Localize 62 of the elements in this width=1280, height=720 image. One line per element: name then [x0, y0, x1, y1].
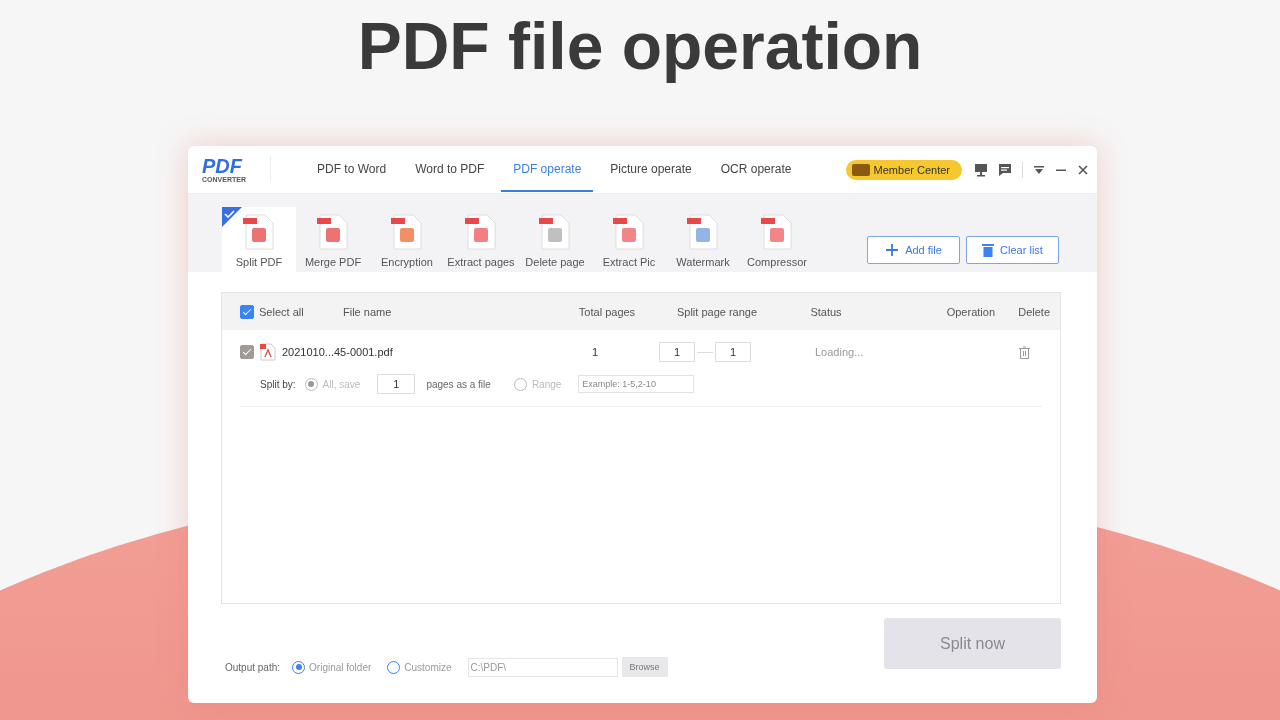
- option-label: Range: [531, 378, 562, 390]
- pdf-file-icon: [317, 214, 349, 250]
- pdf-file-icon: [613, 214, 645, 250]
- select-all-checkbox[interactable]: [240, 304, 254, 319]
- tool-button[interactable]: Delete page: [518, 207, 592, 272]
- status-text: Loading...: [814, 346, 865, 358]
- split-by-label: Split by:: [260, 378, 296, 390]
- range-from-field[interactable]: 1: [659, 342, 695, 362]
- file-name: 2021010...45-0001.pdf: [282, 346, 393, 358]
- nav-tab[interactable]: OCR operate: [708, 147, 804, 192]
- pdf-file-icon: [243, 214, 275, 250]
- total-pages: 1: [590, 346, 600, 358]
- column-header: File name: [343, 305, 393, 318]
- clear-list-button[interactable]: Clear list: [966, 236, 1059, 264]
- range-to-field[interactable]: 1: [715, 342, 751, 362]
- row-checkbox[interactable]: [240, 345, 254, 359]
- trash-icon: [982, 243, 995, 257]
- pdf-file-icon: [761, 214, 793, 250]
- radio-button[interactable]: [304, 377, 318, 391]
- column-header: Total pages: [577, 305, 637, 318]
- radio-button[interactable]: [387, 660, 401, 674]
- member-center-button[interactable]: Member Center: [845, 159, 962, 180]
- tool-button[interactable]: Split PDF: [222, 207, 296, 272]
- column-header: Status: [809, 305, 843, 318]
- tool-button[interactable]: Extract pages: [444, 207, 518, 272]
- browse-button[interactable]: Browse: [621, 657, 668, 677]
- plus-icon: [885, 243, 900, 257]
- tool-button[interactable]: Merge PDF: [296, 207, 370, 272]
- column-header: Split page range: [675, 305, 759, 318]
- message-icon[interactable]: [998, 162, 1012, 177]
- option-label: All, save: [322, 378, 361, 390]
- add-file-button[interactable]: Add file: [867, 236, 960, 264]
- option-label: Original folder: [309, 661, 372, 673]
- pdf-file-icon: [260, 343, 276, 361]
- pages-count-field[interactable]: 1: [377, 374, 416, 394]
- nav-tab[interactable]: PDF operate: [501, 147, 594, 192]
- column-header: Operation: [945, 305, 995, 318]
- trash-icon[interactable]: [1019, 345, 1030, 359]
- radio-button[interactable]: [513, 377, 527, 391]
- select-all-label: Select all: [259, 305, 304, 318]
- nav-tab[interactable]: Word to PDF: [403, 147, 497, 192]
- pdf-file-icon: [465, 214, 497, 250]
- tool-button[interactable]: Watermark: [666, 207, 740, 272]
- radio-button[interactable]: [292, 660, 306, 674]
- close-icon[interactable]: [1077, 163, 1089, 176]
- monitor-icon[interactable]: [974, 162, 988, 177]
- nav-tab[interactable]: PDF to Word: [305, 147, 399, 192]
- pdf-file-icon: [539, 214, 571, 250]
- column-header: Delete: [1017, 305, 1050, 318]
- pdf-file-icon: [687, 214, 719, 250]
- range-field[interactable]: Example: 1-5,2-10: [578, 375, 695, 393]
- dropdown-icon[interactable]: [1033, 163, 1045, 176]
- selected-check-icon: [222, 207, 242, 227]
- nav-tab[interactable]: Picture operate: [598, 147, 704, 192]
- pages-suffix: pages as a file: [426, 378, 491, 390]
- output-path-label: Output path:: [225, 661, 281, 673]
- tool-button[interactable]: Encryption: [370, 207, 444, 272]
- headline: PDF file operation: [356, 8, 924, 85]
- option-label: Customize: [404, 661, 452, 673]
- tool-button[interactable]: Extract Pic: [592, 207, 666, 272]
- pdf-file-icon: [391, 214, 423, 250]
- tool-button[interactable]: Compressor: [740, 207, 814, 272]
